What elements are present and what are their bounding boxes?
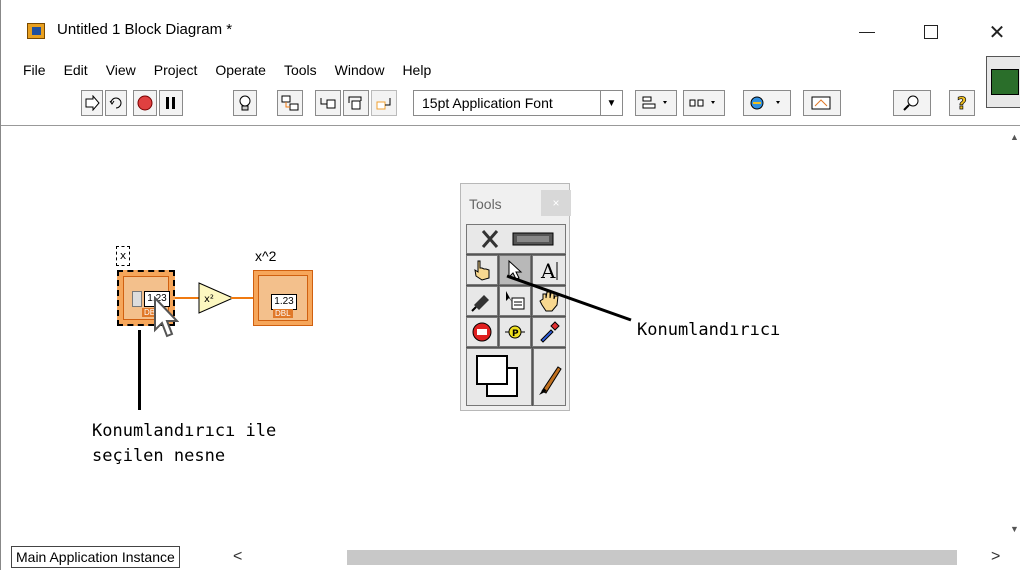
cleanup-icon (811, 96, 831, 110)
maximize-icon (924, 25, 938, 39)
horizontal-scroll-thumb[interactable] (347, 550, 957, 565)
retain-wire-values-button[interactable] (277, 90, 303, 116)
breakpoint-tool[interactable] (466, 317, 498, 347)
distribute-objects-button[interactable] (683, 90, 725, 116)
annotation-selected-object: Konumlandırıcı ile seçilen nesne (92, 419, 276, 469)
menu-bar: File Edit View Project Operate Tools Win… (1, 58, 1020, 82)
step-out-icon (376, 98, 391, 110)
step-over-button[interactable] (343, 90, 369, 116)
application-instance[interactable]: Main Application Instance (11, 546, 180, 568)
pause-button[interactable] (159, 90, 183, 116)
reorder-button[interactable] (743, 90, 791, 116)
annotation-positioning-tool: Konumlandırıcı (637, 320, 781, 340)
scroll-right-icon[interactable]: > (991, 548, 1000, 566)
chevron-down-icon: ▼ (600, 91, 622, 115)
annotation-pointer-left (138, 330, 141, 410)
menu-edit[interactable]: Edit (56, 62, 98, 78)
function-symbol: x² (204, 294, 214, 305)
distribute-icon (689, 99, 715, 107)
control-label[interactable]: x (116, 246, 130, 266)
highlight-execution-button[interactable] (233, 90, 257, 116)
indicator-label[interactable]: x^2 (255, 248, 276, 264)
automatic-tool-selection[interactable] (466, 224, 566, 254)
font-selector[interactable]: 15pt Application Font ▼ (413, 90, 623, 116)
align-objects-button[interactable] (635, 90, 677, 116)
cleanup-diagram-button[interactable] (803, 90, 841, 116)
pause-icon (166, 97, 175, 109)
close-button[interactable]: ✕ (977, 14, 1017, 50)
increment-icon (132, 291, 142, 307)
operate-value-tool[interactable] (466, 255, 498, 285)
run-arrow-icon (85, 95, 100, 111)
align-icon (642, 96, 667, 109)
svg-text:P: P (512, 329, 519, 339)
abort-button[interactable] (133, 90, 157, 116)
mouse-cursor-icon (154, 296, 179, 338)
hand-pointer-icon (474, 260, 490, 281)
color-swatch-icon (476, 355, 518, 397)
labview-window: Untitled 1 Block Diagram * ✕ File Edit V… (0, 0, 1020, 570)
menu-help[interactable]: Help (394, 62, 441, 78)
wire-out[interactable] (231, 297, 255, 299)
vertical-scrollbar[interactable]: ▲ ▼ (1009, 126, 1020, 546)
breakpoint-icon (472, 322, 492, 342)
numeric-indicator-terminal[interactable]: 1.23 DBL (253, 270, 313, 326)
scroll-up-icon[interactable]: ▲ (1010, 132, 1019, 142)
menu-view[interactable]: View (98, 62, 146, 78)
maximize-button[interactable] (911, 14, 951, 50)
coloring-tool-swatch[interactable] (466, 348, 532, 406)
coloring-tool[interactable] (533, 348, 566, 406)
step-over-icon (348, 96, 362, 110)
title-bar: Untitled 1 Block Diagram * ✕ (1, 0, 1020, 58)
run-continuously-icon (109, 97, 122, 109)
minimize-button[interactable] (847, 14, 887, 50)
run-button[interactable] (81, 90, 103, 116)
labview-icon (27, 23, 45, 39)
wire-spool-icon (471, 295, 489, 312)
auto-tool-icon (481, 230, 554, 248)
menu-file[interactable]: File (15, 62, 56, 78)
context-help-button[interactable]: ? (949, 90, 975, 116)
font-value: 15pt Application Font (422, 95, 553, 111)
menu-operate[interactable]: Operate (207, 62, 276, 78)
annotation-selected-line2: seçilen nesne (92, 446, 226, 466)
step-into-icon (320, 98, 336, 109)
scroll-down-icon[interactable]: ▼ (1010, 524, 1019, 534)
wiring-tool[interactable] (466, 286, 498, 316)
toolbar: 15pt Application Font ▼ ? (1, 86, 986, 124)
indicator-value: 1.23 (271, 294, 297, 310)
annotation-pointer-right (506, 274, 632, 322)
reorder-icon (750, 96, 780, 110)
minimize-icon (859, 31, 875, 33)
step-into-button[interactable] (315, 90, 341, 116)
tools-close-button[interactable]: × (541, 190, 571, 216)
context-help-icon[interactable] (986, 56, 1020, 108)
probe-values-icon (281, 95, 299, 111)
indicator-body: 1.23 DBL (258, 275, 308, 321)
help-question-icon: ? (957, 94, 968, 113)
tools-palette-title: Tools (469, 196, 502, 212)
window-title: Untitled 1 Block Diagram * (57, 21, 233, 38)
indicator-type: DBL (273, 309, 293, 318)
menu-project[interactable]: Project (146, 62, 208, 78)
search-button[interactable] (893, 90, 931, 116)
scroll-left-icon[interactable]: < (233, 548, 242, 566)
svg-text:?: ? (957, 94, 967, 113)
stop-icon (137, 95, 153, 111)
lightbulb-icon (239, 95, 251, 111)
annotation-selected-line1: Konumlandırıcı ile (92, 421, 277, 441)
search-icon (903, 95, 919, 111)
paintbrush-icon (538, 366, 562, 395)
run-continuously-button[interactable] (105, 90, 127, 116)
menu-tools[interactable]: Tools (276, 62, 327, 78)
status-bar: Main Application Instance < > (1, 546, 1020, 570)
square-function-node[interactable]: x² (197, 281, 235, 315)
menu-window[interactable]: Window (327, 62, 395, 78)
step-out-button[interactable] (371, 90, 397, 116)
